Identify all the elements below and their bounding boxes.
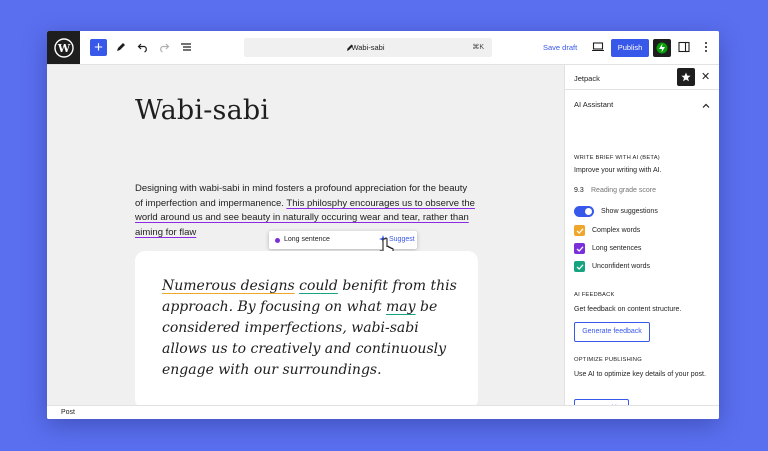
long-sentence-dot-icon	[275, 238, 280, 243]
unconfident-words-checkbox[interactable]	[574, 261, 585, 272]
generate-feedback-button[interactable]: Generate feedback	[574, 322, 650, 342]
publish-button[interactable]: Publish	[611, 39, 649, 57]
wordpress-logo-icon[interactable]: W	[47, 31, 80, 64]
sidebar-divider	[565, 89, 719, 90]
settings-sidebar: Jetpack ✕ AI Assistant WRITE BRIEF WITH …	[564, 65, 719, 419]
sidebar-toggle-icon[interactable]	[677, 40, 691, 54]
complex-words-label: Complex words	[592, 227, 641, 234]
close-icon[interactable]: ✕	[701, 70, 710, 83]
long-sentences-checkbox[interactable]	[574, 243, 585, 254]
document-title: Wabi-sabi	[351, 43, 385, 52]
save-draft-button[interactable]: Save draft	[543, 43, 577, 52]
long-sentences-label: Long sentences	[592, 245, 642, 252]
ai-feedback-text: Get feedback on content structure.	[574, 306, 682, 313]
unconfident-word-highlight[interactable]: may	[386, 299, 416, 315]
more-options-icon[interactable]	[699, 40, 713, 54]
tab-jetpack[interactable]: Jetpack	[574, 74, 600, 83]
unconfident-words-label: Unconfident words	[592, 263, 650, 270]
document-overview-icon[interactable]	[179, 40, 193, 54]
write-brief-caption: WRITE BRIEF WITH AI (BETA)	[574, 155, 660, 161]
post-title[interactable]: Wabi-sabi	[135, 95, 269, 126]
optimize-publishing-caption: OPTIMIZE PUBLISHING	[574, 357, 642, 363]
star-icon[interactable]	[677, 68, 695, 86]
command-palette-bar[interactable]: Wabi-sabi ⌘K	[244, 38, 492, 57]
editor-canvas[interactable]: Wabi-sabi Designing with wabi-sabi in mi…	[47, 65, 564, 409]
unconfident-word-highlight[interactable]: could	[299, 278, 338, 294]
complex-word-highlight[interactable]: Numerous designs	[162, 278, 295, 294]
ai-feedback-caption: AI FEEDBACK	[574, 292, 615, 298]
complex-words-checkbox[interactable]	[574, 225, 585, 236]
chevron-up-icon[interactable]	[701, 98, 711, 116]
jetpack-lightning-icon[interactable]	[653, 39, 671, 57]
quote-block[interactable]: Numerous designs could benifit from this…	[135, 251, 478, 409]
optimize-publishing-text: Use AI to optimize key details of your p…	[574, 371, 706, 378]
show-suggestions-toggle[interactable]	[574, 206, 594, 217]
editor-window: W + Wabi-sabi ⌘K Save draft Publish Wabi…	[47, 31, 719, 419]
preview-device-icon[interactable]	[591, 40, 605, 54]
write-brief-text: Improve your writing with AI.	[574, 167, 662, 174]
redo-icon[interactable]	[157, 40, 171, 54]
pen-tool-icon[interactable]	[114, 40, 128, 54]
suggestion-label: Long sentence	[284, 236, 330, 243]
reading-score-label: Reading grade score	[591, 187, 656, 194]
show-suggestions-label: Show suggestions	[601, 208, 658, 215]
add-block-button[interactable]: +	[90, 39, 107, 56]
top-toolbar: W + Wabi-sabi ⌘K Save draft Publish	[47, 31, 719, 65]
panel-title[interactable]: AI Assistant	[574, 100, 613, 109]
breadcrumb[interactable]: Post	[61, 409, 75, 416]
status-footer: Post	[47, 405, 719, 419]
shortcut-hint: ⌘K	[472, 44, 484, 51]
reading-score-value: 9.3	[574, 187, 584, 194]
undo-icon[interactable]	[136, 40, 150, 54]
svg-text:W: W	[56, 42, 70, 55]
quote-text[interactable]: Numerous designs could benifit from this…	[162, 276, 467, 381]
quote-fragment: benifit	[342, 278, 389, 294]
